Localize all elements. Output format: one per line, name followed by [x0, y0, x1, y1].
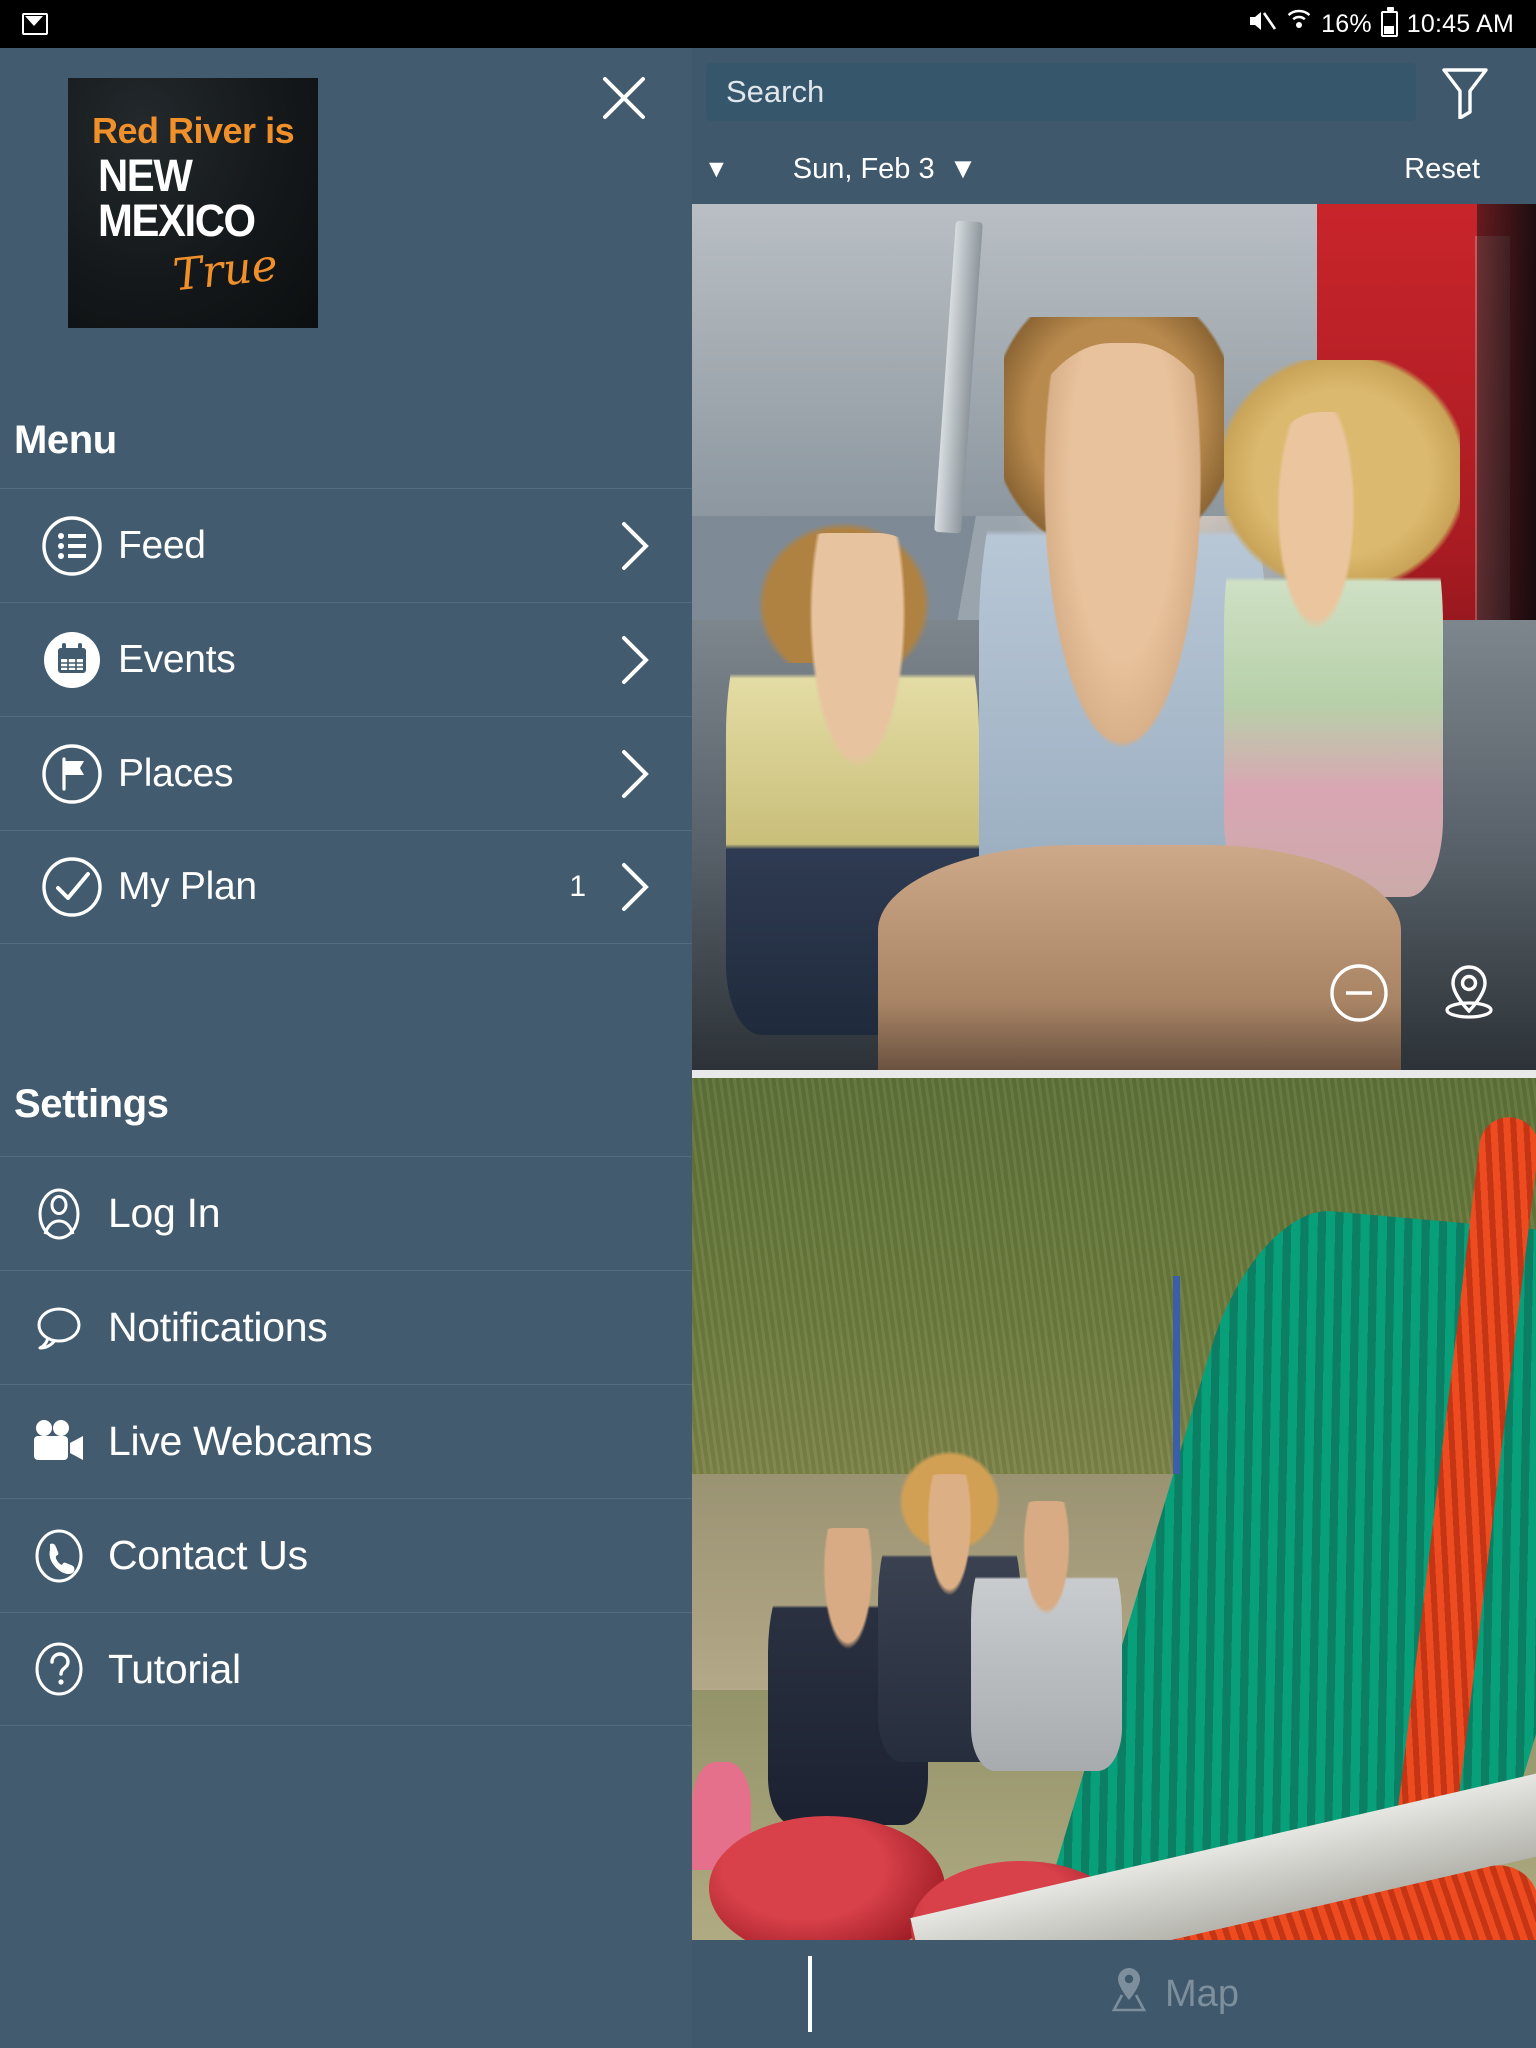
- tab-map-label: Map: [1165, 1972, 1239, 2015]
- wifi-icon: [1286, 8, 1312, 41]
- triangle-down-icon[interactable]: ▼: [704, 155, 729, 184]
- map-pin-icon[interactable]: [1438, 960, 1500, 1026]
- chevron-right-icon: [618, 520, 652, 572]
- settings-item-live-webcams[interactable]: Live Webcams: [0, 1384, 692, 1498]
- map-pin-icon: [1109, 1965, 1149, 2023]
- content-pane: Search ▼ Sun, Feb 3 ▼ Reset Map: [692, 48, 1536, 2048]
- menu-item-feed[interactable]: Feed: [0, 488, 692, 602]
- reset-button[interactable]: Reset: [1404, 153, 1480, 186]
- funnel-icon[interactable]: [1432, 65, 1498, 119]
- menu-item-events[interactable]: Events: [0, 602, 692, 716]
- status-bar-right: 16% 10:45 AM: [1247, 7, 1514, 41]
- settings-item-label: Log In: [108, 1190, 221, 1236]
- settings-item-label: Contact Us: [108, 1532, 308, 1578]
- menu-item-my-plan[interactable]: My Plan 1: [0, 830, 692, 944]
- video-camera-icon: [24, 1417, 94, 1467]
- menu-item-label: My Plan: [118, 865, 257, 908]
- settings-item-notifications[interactable]: Notifications: [0, 1270, 692, 1384]
- menu-item-label: Events: [118, 637, 236, 681]
- filter-bar: ▼ Sun, Feb 3 ▼ Reset: [692, 136, 1536, 202]
- navigation-drawer: Red River is NEW MEXICO True Menu Feed E…: [0, 48, 692, 2048]
- menu-item-count: 1: [569, 870, 586, 903]
- app-logo: Red River is NEW MEXICO True: [68, 78, 318, 328]
- feed-card-chairlift[interactable]: [692, 204, 1536, 1070]
- settings-item-contact-us[interactable]: Contact Us: [0, 1498, 692, 1612]
- minus-circle-icon[interactable]: [1328, 962, 1390, 1024]
- speech-bubble-icon: [24, 1301, 94, 1355]
- check-circle-icon: [26, 855, 118, 919]
- chevron-right-icon: [618, 861, 652, 913]
- settings-item-tutorial[interactable]: Tutorial: [0, 1612, 692, 1726]
- menu-item-label: Feed: [118, 523, 206, 567]
- card-divider: [692, 1070, 1536, 1078]
- settings-list: Log In Notifications Live Webcams Contac…: [0, 1156, 692, 1726]
- clock-label: 10:45 AM: [1406, 9, 1514, 38]
- photo-action-bar: [1328, 960, 1500, 1026]
- chevron-right-icon: [618, 634, 652, 686]
- logo-line-1: Red River is: [92, 110, 295, 151]
- menu-list: Feed Events Places My Plan 1: [0, 488, 692, 944]
- mute-icon: [1247, 8, 1277, 41]
- battery-percent-label: 16%: [1321, 9, 1372, 38]
- battery-icon: [1380, 7, 1398, 37]
- chevron-down-icon: ▼: [948, 152, 978, 185]
- settings-section-title: Settings: [14, 1082, 169, 1126]
- chairlift-photo: [692, 204, 1536, 1070]
- logo-line-3: True: [170, 239, 281, 302]
- search-input[interactable]: Search: [706, 63, 1416, 121]
- settings-item-label: Notifications: [108, 1304, 328, 1350]
- status-bar: 16% 10:45 AM: [0, 0, 1536, 48]
- calendar-circle-icon: [26, 628, 118, 692]
- gmail-icon: [22, 13, 48, 35]
- date-selector[interactable]: Sun, Feb 3 ▼: [793, 153, 978, 186]
- feed-card-tubing[interactable]: [692, 1078, 1536, 1978]
- menu-item-places[interactable]: Places: [0, 716, 692, 830]
- close-icon[interactable]: [592, 66, 656, 130]
- date-label: Sun, Feb 3: [792, 152, 935, 185]
- flag-circle-icon: [26, 742, 118, 806]
- settings-item-label: Tutorial: [108, 1645, 241, 1692]
- search-bar: Search: [692, 48, 1536, 136]
- menu-item-label: Places: [118, 751, 234, 795]
- tubing-slide-photo: [692, 1078, 1536, 1978]
- logo-line-2: NEW MEXICO: [97, 150, 256, 246]
- phone-circle-icon: [24, 1528, 94, 1584]
- menu-section-title: Menu: [14, 418, 117, 462]
- settings-item-label: Live Webcams: [108, 1418, 373, 1464]
- question-circle-icon: [24, 1641, 94, 1697]
- search-placeholder: Search: [726, 74, 825, 109]
- status-bar-left: [22, 13, 48, 35]
- person-icon: [24, 1186, 94, 1242]
- tab-map[interactable]: Map: [812, 1965, 1536, 2023]
- settings-item-log-in[interactable]: Log In: [0, 1156, 692, 1270]
- chevron-right-icon: [618, 748, 652, 800]
- bottom-tab-bar: Map: [692, 1940, 1536, 2048]
- list-circle-icon: [26, 514, 118, 578]
- app-root: 16% 10:45 AM Search ▼ Sun, Feb 3 ▼ Reset: [0, 0, 1536, 2048]
